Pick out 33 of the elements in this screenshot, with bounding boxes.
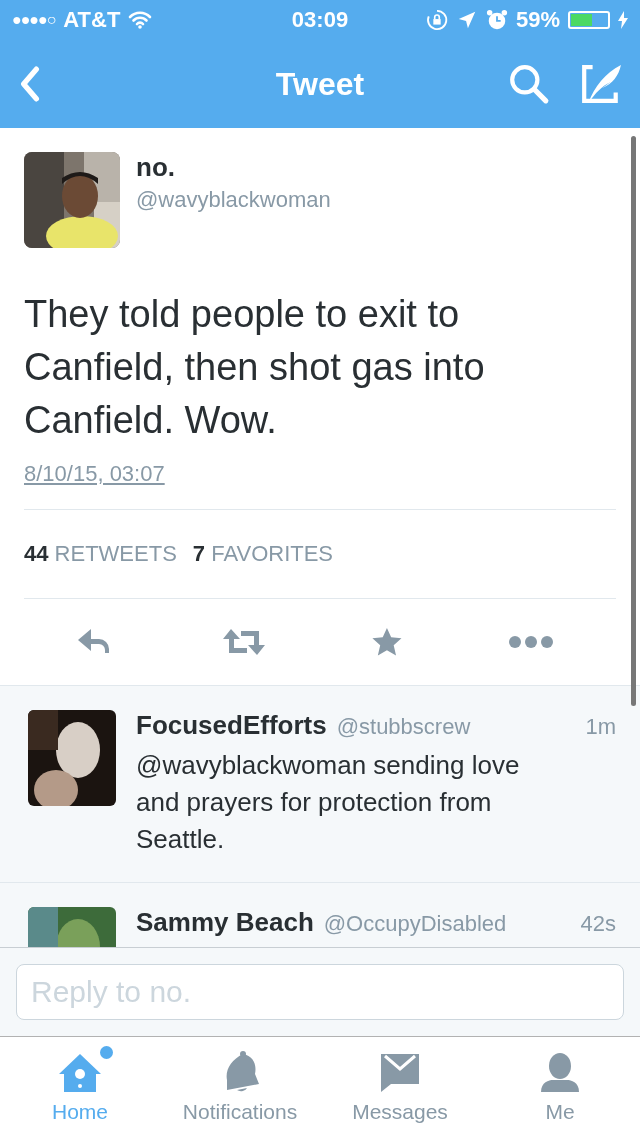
stat-count[interactable]: 44 RETWEETS	[24, 541, 177, 567]
tab[interactable]: Notifications	[160, 1037, 320, 1136]
compose-icon[interactable]	[580, 63, 622, 105]
stat-count[interactable]: 7 FAVORITES	[192, 541, 334, 567]
retweet-icon[interactable]	[220, 627, 267, 657]
battery-icon	[568, 11, 610, 29]
search-icon[interactable]	[508, 63, 550, 105]
reply-time: 1m	[585, 714, 616, 740]
tweet-text: They told people to exit to Canfield, then shot gas into Canfield. Wow.	[24, 292, 486, 443]
tab[interactable]: Messages	[320, 1037, 480, 1136]
star-icon[interactable]	[371, 627, 404, 657]
tab[interactable]: Home	[0, 1037, 160, 1136]
clock: 03:09	[291, 7, 349, 33]
signal-strength: ●●●●○	[12, 11, 56, 29]
screen-title: Tweet	[275, 65, 365, 103]
battery-percent: 59%	[515, 7, 560, 33]
more-icon[interactable]	[507, 635, 554, 649]
reply-text: @wavyblackwoman sending love and prayers for protection from Seattle.	[136, 749, 521, 856]
tweet-timestamp[interactable]: 8/10/15, 03:07	[24, 461, 165, 505]
wifi-icon	[128, 11, 153, 29]
rotation-lock-icon	[425, 9, 448, 31]
author-name[interactable]: no.	[136, 152, 331, 183]
alarm-icon	[485, 9, 508, 31]
charging-icon	[618, 11, 628, 29]
reply-author-handle[interactable]: @OccupyDisabled	[323, 911, 507, 937]
reply-author-name[interactable]: FocusedEfforts	[136, 710, 327, 741]
carrier-name: AT&T	[63, 7, 121, 33]
author-handle[interactable]: @wavyblackwoman	[136, 187, 331, 213]
tab[interactable]: Me	[480, 1037, 640, 1136]
reply-author-handle[interactable]: @stubbscrew	[336, 714, 471, 740]
reply-author-name[interactable]: Sammy Beach	[136, 907, 314, 938]
back-icon[interactable]	[18, 66, 42, 102]
reply-time: 42s	[580, 911, 616, 937]
